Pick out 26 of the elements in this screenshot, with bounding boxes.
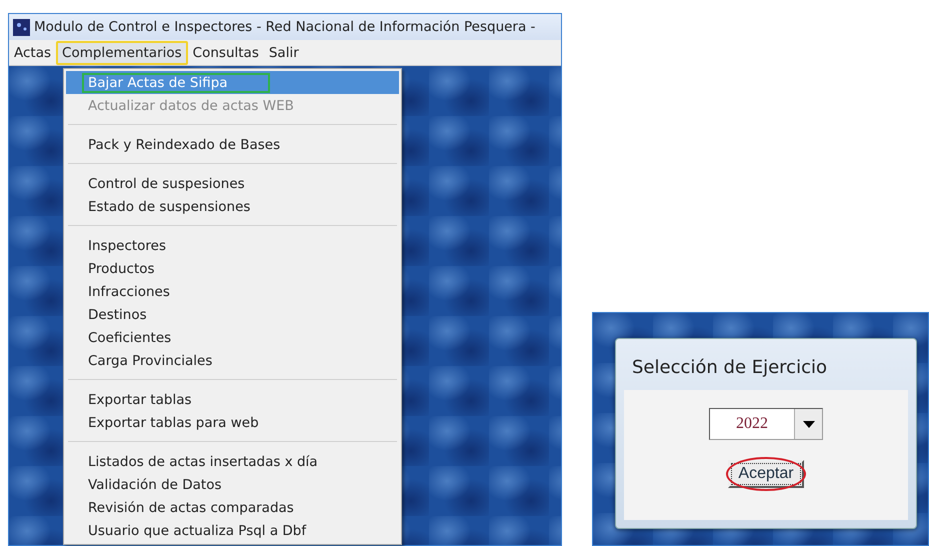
menu-item[interactable]: Validación de Datos <box>66 473 399 496</box>
menu-item[interactable]: Destinos <box>66 303 399 326</box>
menu-item[interactable]: Usuario que actualiza Psql a Dbf <box>66 519 399 542</box>
dialog-title: Selección de Ejercicio <box>631 356 828 380</box>
menu-item[interactable]: Pack y Reindexado de Bases <box>66 133 399 156</box>
year-dropdown[interactable]: 2022 <box>709 408 823 440</box>
caret-icon <box>802 420 814 428</box>
menu-item[interactable]: Carga Provinciales <box>66 349 399 372</box>
menu-item[interactable]: Exportar tablas para web <box>66 411 399 434</box>
menu-item[interactable]: Revisión de actas comparadas <box>66 496 399 519</box>
menu-bar-item[interactable]: Salir <box>264 42 304 64</box>
menu-item[interactable]: Listados de actas insertadas x día <box>66 450 399 473</box>
menu-bar-item[interactable]: Consultas <box>188 42 264 64</box>
menu-item[interactable]: Inspectores <box>66 234 399 257</box>
menu-item[interactable]: Control de suspesiones <box>66 172 399 195</box>
menu-bar-item[interactable]: Complementarios <box>56 40 188 64</box>
menu-bar-item[interactable]: Actas <box>9 42 56 64</box>
menu-item[interactable]: Coeficientes <box>66 326 399 349</box>
menu-item[interactable]: Estado de suspensiones <box>66 195 399 218</box>
menu-item[interactable]: Productos <box>66 257 399 280</box>
app-icon <box>13 18 30 36</box>
accept-button[interactable]: Aceptar <box>728 460 804 488</box>
dropdown-arrow-button[interactable] <box>794 409 822 439</box>
menu-item[interactable]: Exportar tablas <box>66 388 399 411</box>
menu-item[interactable]: Infracciones <box>66 280 399 303</box>
window-title: Modulo de Control e Inspectores - Red Nacional de Información Pesquera - <box>34 19 536 35</box>
